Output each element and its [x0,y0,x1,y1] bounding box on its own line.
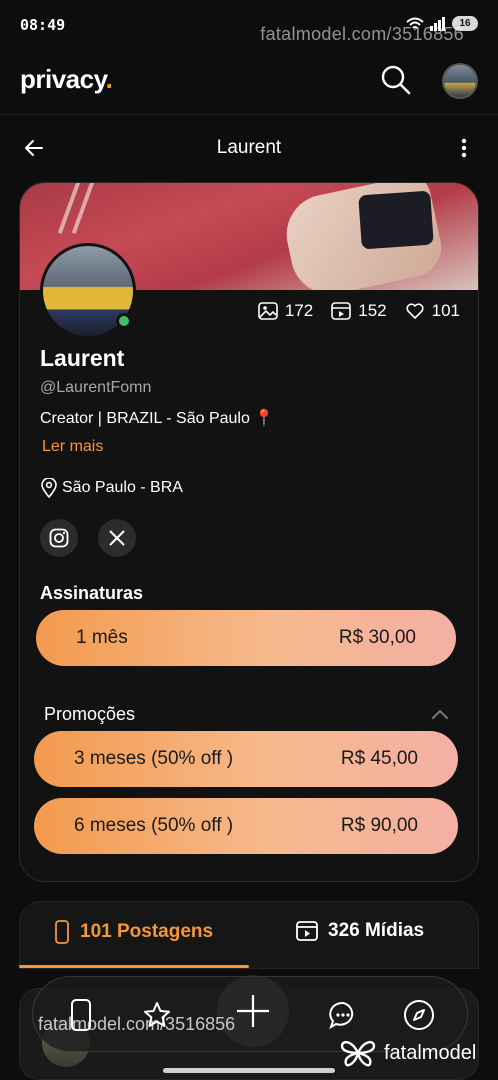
read-more-link[interactable]: Ler mais [42,438,103,456]
bottom-nav-explore[interactable] [401,997,437,1033]
more-options-button[interactable] [454,136,474,160]
promotions-collapse-toggle[interactable] [428,703,452,727]
tab-media[interactable]: 326 Mídias [296,920,424,942]
heart-icon [406,303,424,319]
profile-card: 172 152 101 Laurent @LaurentFomn Creator… [19,182,479,882]
butterfly-icon [340,1040,376,1067]
tab-posts[interactable]: 101 Postagens [54,920,213,944]
watermark-bottom: fatalmodel.com/3516856 [38,1014,236,1034]
instagram-icon [49,528,69,548]
app-header: privacy. [0,54,498,110]
header-divider [0,114,498,115]
phone-icon [55,920,69,944]
bottom-nav-messages[interactable] [325,997,361,1033]
status-time: 08:49 [20,16,66,34]
chevron-up-icon [432,709,448,719]
promo-button-6-months[interactable]: 6 meses (50% off ) R$ 90,00 [34,798,458,854]
profile-handle: @LaurentFomn [40,379,152,396]
bottom-nav-add[interactable] [217,975,289,1047]
more-vertical-icon [461,138,467,158]
location-pin-icon [41,478,57,498]
watermark-top: fatalmodel.com/3516856 [260,24,464,44]
stat-videos-count: 152 [358,301,387,320]
promotions-title: Promoções [44,704,136,724]
tab-posts-label: 101 Postagens [80,921,214,942]
compass-icon [404,1000,434,1030]
home-indicator[interactable] [163,1068,335,1073]
app-logo[interactable]: privacy. [20,64,113,95]
stat-videos: 152 [331,301,387,321]
profile-bio: Creator | BRAZIL - São Paulo 📍 [40,410,275,427]
profile-stats: 172 152 101 [258,301,460,321]
promo-price: R$ 90,00 [340,815,418,836]
plus-icon [237,995,269,1027]
search-button[interactable] [380,64,412,96]
logo-dot: . [105,64,113,94]
nav-bar: Laurent [0,128,498,168]
subscriptions-title: Assinaturas [40,583,144,603]
content-tabs: 101 Postagens 326 Mídias [19,901,479,969]
stat-likes-count: 101 [431,301,460,320]
active-tab-indicator [19,965,249,968]
online-status-badge [116,313,132,329]
fatalmodel-wordmark: fatalmodel [384,1041,477,1064]
image-icon [258,302,278,320]
user-avatar[interactable] [442,63,478,99]
video-icon [331,302,352,320]
plan-label: 1 mês [76,627,128,648]
stat-photos-count: 172 [284,301,314,320]
instagram-button[interactable] [40,519,78,557]
profile-name: Laurent [40,345,125,371]
x-icon [109,530,125,546]
x-twitter-button[interactable] [98,519,136,557]
tab-media-label: 326 Mídias [328,920,425,941]
logo-text: privacy [20,64,106,94]
promo-label: 3 meses (50% off ) [74,748,234,769]
search-icon [381,65,411,95]
page-title: Laurent [216,137,282,158]
profile-location: São Paulo - BRA [40,478,183,498]
chat-icon [329,1001,354,1030]
fatalmodel-logo: fatalmodel [338,1038,476,1068]
plan-price: R$ 30,00 [338,627,416,648]
video-icon [296,921,318,941]
promo-price: R$ 45,00 [340,748,418,769]
promo-button-3-months[interactable]: 3 meses (50% off ) R$ 45,00 [34,731,458,787]
location-label: São Paulo - BRA [62,479,183,496]
plan-button-1-month[interactable]: 1 mês R$ 30,00 [36,610,456,666]
stat-photos: 172 [258,301,313,321]
stat-likes: 101 [405,301,460,321]
promo-label: 6 meses (50% off ) [74,815,234,836]
